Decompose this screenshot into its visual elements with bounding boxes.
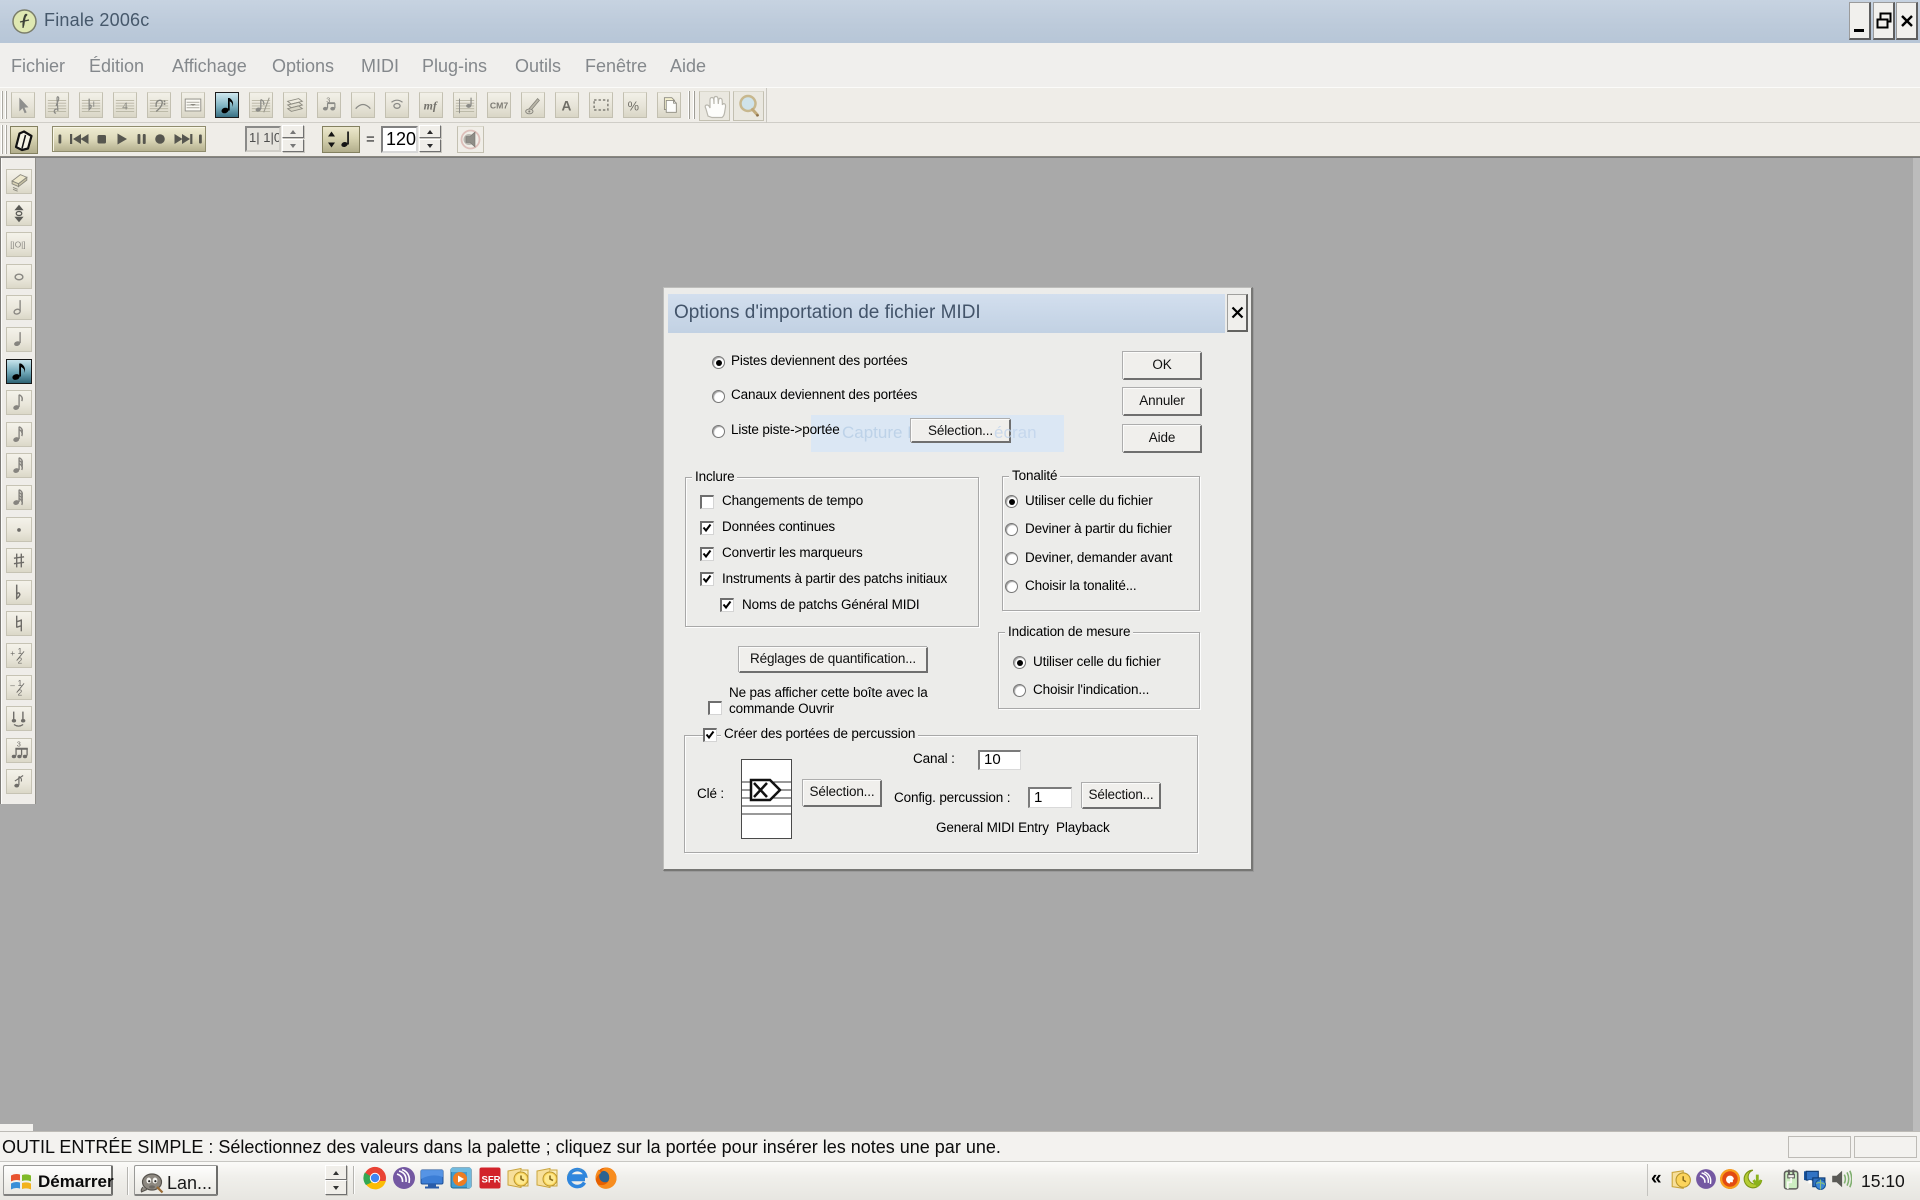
svg-text:%: % bbox=[628, 99, 639, 114]
svg-text:CM7: CM7 bbox=[490, 101, 509, 111]
svg-text:mf: mf bbox=[424, 99, 438, 113]
svg-text:3: 3 bbox=[17, 739, 21, 748]
svg-text:[|O|]: [|O|] bbox=[10, 241, 25, 250]
svg-text:A: A bbox=[562, 99, 572, 114]
svg-text:4: 4 bbox=[122, 101, 128, 113]
svg-text:–: – bbox=[10, 681, 15, 690]
svg-text:2: 2 bbox=[18, 688, 23, 697]
svg-text:2: 2 bbox=[18, 656, 23, 665]
svg-text:+: + bbox=[10, 649, 15, 658]
svg-text:SFR: SFR bbox=[482, 1175, 501, 1186]
